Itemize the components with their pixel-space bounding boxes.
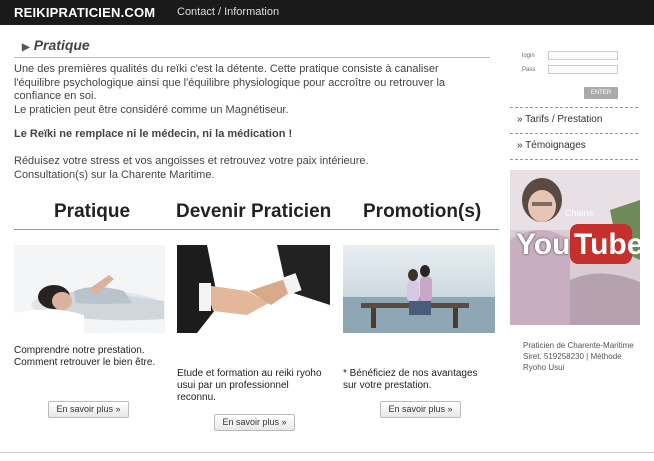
couple-bench-photo[interactable] xyxy=(343,245,495,333)
enter-button[interactable]: ENTER xyxy=(584,87,618,99)
column-heading-devenir: Devenir Praticien xyxy=(176,201,332,222)
login-input[interactable] xyxy=(548,51,618,60)
divider xyxy=(510,133,638,134)
card-line: Comprendre notre prestation. xyxy=(14,345,145,356)
en-savoir-plus-promotion-button[interactable]: En savoir plus » xyxy=(380,401,461,418)
login-label: login xyxy=(522,53,535,59)
stress-line: Consultation(s) sur la Charente Maritime… xyxy=(14,168,215,181)
top-navbar: REIKIPRATICIEN.COM Contact / Information xyxy=(0,0,654,25)
divider xyxy=(14,229,499,230)
card-text-pratique: Comprendre notre prestation. Comment ret… xyxy=(14,345,155,369)
card-line: reconnu. xyxy=(177,392,216,403)
intro-line: confiance en soi. xyxy=(14,90,97,102)
youtube-you-text: You xyxy=(516,228,571,261)
card-line: usui par un professionnel xyxy=(177,380,289,391)
card-line: * Bénéficiez de nos avantages xyxy=(343,368,478,379)
warning-text: Le Reïki ne remplace ni le médecin, ni l… xyxy=(14,128,293,140)
intro-line: Une des premières qualités du reïki c'es… xyxy=(14,63,439,75)
page-title-text: Pratique xyxy=(33,37,90,53)
youtube-channel-banner[interactable]: Chaine You Tube xyxy=(510,170,640,325)
card-line: Etude et formation au reiki ryoho xyxy=(177,368,322,379)
sidebar-link-temoignages[interactable]: » Témoignages xyxy=(517,140,586,151)
card-line: sur votre prestation. xyxy=(343,380,432,391)
password-input[interactable] xyxy=(548,65,618,74)
divider xyxy=(14,57,490,58)
page-title: ▶ Pratique xyxy=(22,37,90,53)
divider xyxy=(510,159,638,160)
stress-line: Réduisez votre stress et vos angoisses e… xyxy=(14,155,369,167)
handshake-photo[interactable] xyxy=(177,245,330,333)
intro-paragraph: Une des premières qualités du reïki c'es… xyxy=(14,63,494,117)
column-heading-pratique: Pratique xyxy=(54,201,131,222)
youtube-tube-text: Tube xyxy=(574,228,640,261)
card-line: Comment retrouver le bien être. xyxy=(14,357,156,368)
intro-line: l'équilibre psychologique ainsi que l'éq… xyxy=(14,76,446,89)
stress-paragraph: Réduisez votre stress et vos angoisses e… xyxy=(14,155,494,182)
divider xyxy=(510,107,638,108)
divider xyxy=(0,452,654,453)
footer-line: Praticien de Charente-Maritime xyxy=(523,341,634,350)
sidebar-footer: Praticien de Charente-Maritime Siret. 51… xyxy=(523,340,653,373)
card-text-devenir: Etude et formation au reiki ryoho usui p… xyxy=(177,368,322,404)
site-logo[interactable]: REIKIPRATICIEN.COM xyxy=(14,5,155,20)
nav-link-contact[interactable]: Contact / Information xyxy=(177,6,279,18)
pass-label: Pass xyxy=(522,67,536,73)
en-savoir-plus-devenir-button[interactable]: En savoir plus » xyxy=(214,414,295,431)
intro-line: Le praticien peut être considéré comme u… xyxy=(14,103,289,116)
relaxation-photo[interactable] xyxy=(14,245,165,333)
column-heading-promotion: Promotion(s) xyxy=(363,201,482,222)
footer-line: Ryoho Usui xyxy=(523,363,565,372)
chaine-label: Chaine xyxy=(565,208,594,218)
youtube-logo: You Tube xyxy=(516,222,640,268)
sidebar-link-tarifs[interactable]: » Tarifs / Prestation xyxy=(517,114,602,125)
triangle-right-icon: ▶ xyxy=(22,42,30,53)
footer-line: Siret. 519258230 | Méthode xyxy=(523,352,622,361)
en-savoir-plus-pratique-button[interactable]: En savoir plus » xyxy=(48,401,129,418)
card-text-promotion: * Bénéficiez de nos avantages sur votre … xyxy=(343,368,478,392)
